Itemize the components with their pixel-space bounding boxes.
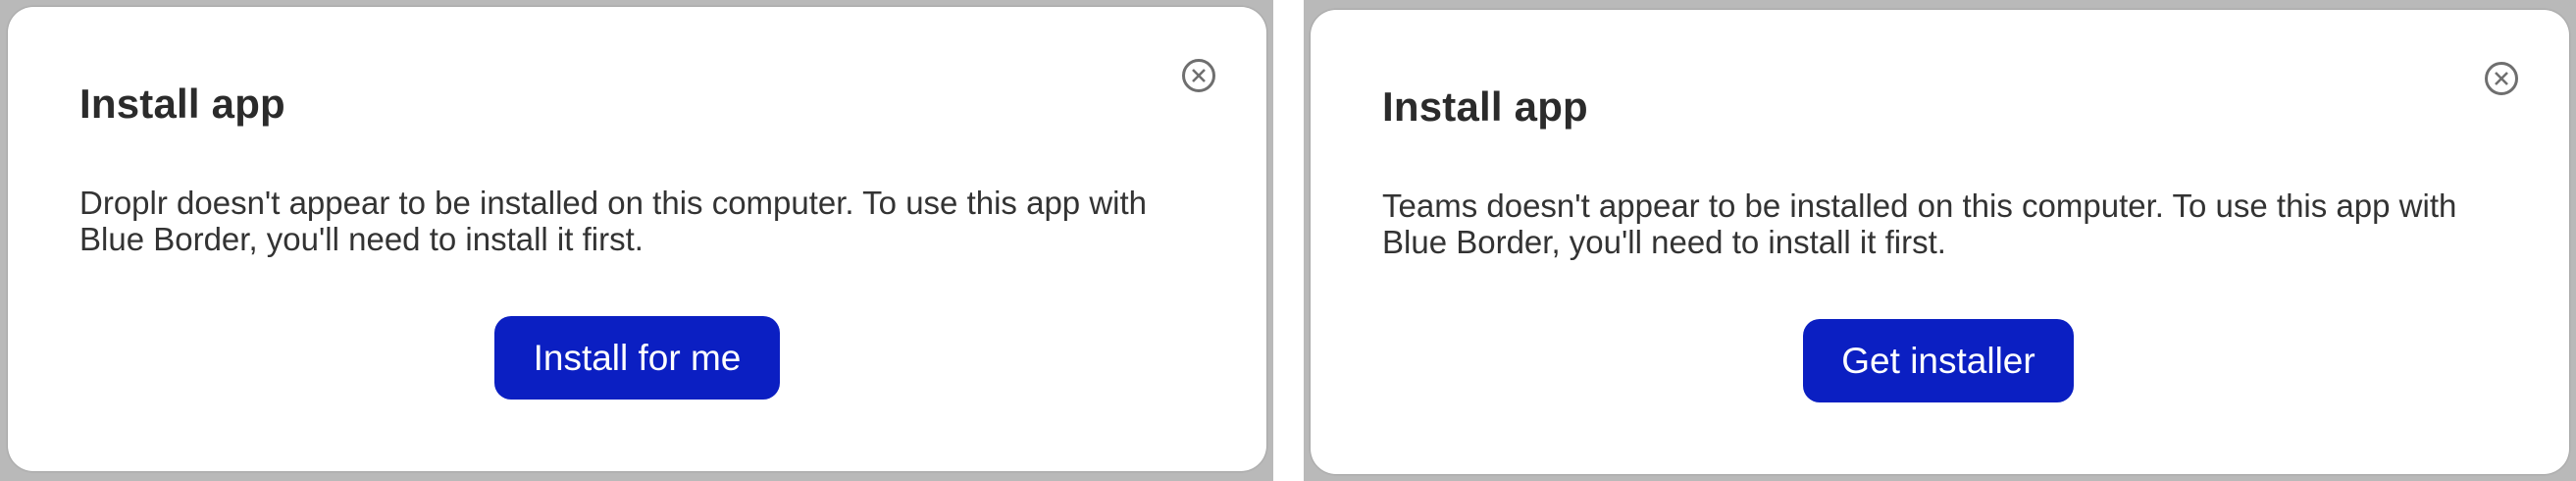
get-installer-button[interactable]: Get installer [1803,319,2074,402]
left-panel: Install app Droplr doesn't appear to be … [0,0,1273,481]
dialog-message: Droplr doesn't appear to be installed on… [79,185,1148,257]
install-for-me-button[interactable]: Install for me [494,316,780,400]
close-icon[interactable] [1182,59,1215,92]
dialog-message: Teams doesn't appear to be installed on … [1382,187,2457,260]
close-x-glyph [1192,69,1206,82]
close-icon[interactable] [2485,62,2518,95]
right-panel: Install app Teams doesn't appear to be i… [1304,0,2576,481]
close-x-glyph [2495,72,2508,85]
dialog-title: Install app [79,80,285,127]
install-app-dialog-droplr: Install app Droplr doesn't appear to be … [8,7,1266,471]
install-app-dialog-teams: Install app Teams doesn't appear to be i… [1311,10,2569,474]
dialog-title: Install app [1382,83,1588,130]
